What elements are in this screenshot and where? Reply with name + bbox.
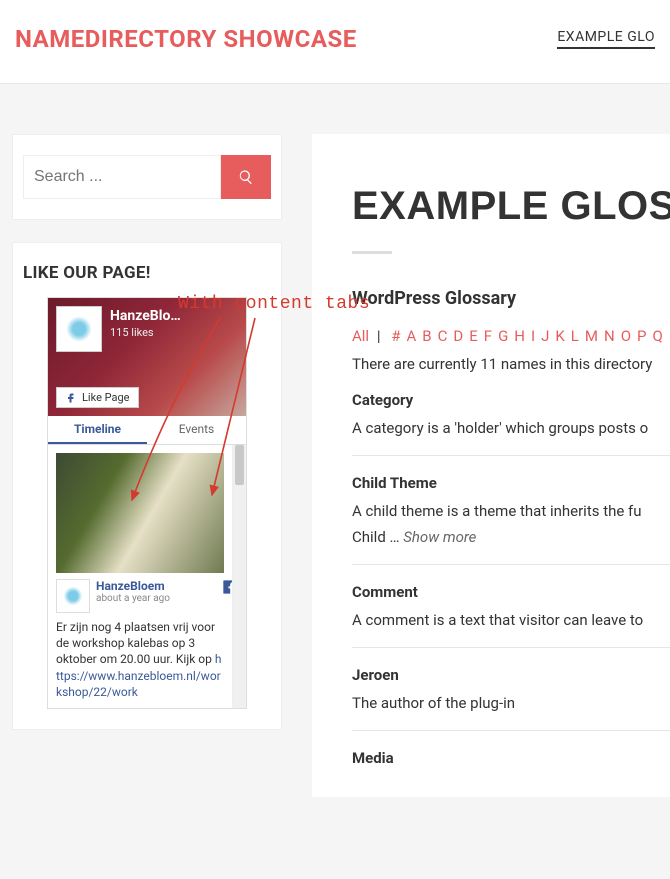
site-brand[interactable]: NAMEDIRECTORY SHOWCASE <box>15 25 357 53</box>
entry-description: A category is a 'holder' which groups po… <box>352 419 670 437</box>
annotation-label: With content tabs <box>178 294 370 314</box>
entries-list: Category A category is a 'holder' which g… <box>352 391 670 767</box>
filter-all[interactable]: All <box>352 327 369 345</box>
glossary-entry: Child Theme A child theme is a theme that… <box>352 474 670 565</box>
avatar-image <box>64 314 94 344</box>
glossary-entry: Comment A comment is a text that visitor … <box>352 583 670 648</box>
entry-extra: Child … Show more <box>352 528 670 546</box>
facebook-widget: HanzeBlo… 115 likes Like Page Timeline E… <box>47 297 247 709</box>
alpha-filter-row: All | #ABCDEFGHIJKLMNOPQRSTU <box>352 327 670 345</box>
filter-letter-a[interactable]: A <box>406 327 416 345</box>
fb-post-header: HanzeBloem about a year ago <box>56 579 238 613</box>
filter-letter-g[interactable]: G <box>498 327 508 345</box>
entry-term: Child Theme <box>352 474 670 492</box>
main-content: EXAMPLE GLOS WordPress Glossary All | # A… <box>312 134 670 797</box>
title-rule <box>352 251 392 254</box>
filter-letter-#[interactable]: # <box>391 327 400 345</box>
search-input[interactable] <box>23 155 221 199</box>
count-line: There are currently 11 names in this dir… <box>352 355 670 373</box>
entry-description: A comment is a text that visitor can lea… <box>352 611 670 629</box>
entry-term: Comment <box>352 583 670 601</box>
fb-cover: HanzeBlo… 115 likes Like Page <box>48 298 246 416</box>
like-page-title: LIKE OUR PAGE! <box>23 263 271 283</box>
fb-tab-events[interactable]: Events <box>147 416 246 444</box>
search-button[interactable] <box>221 155 271 199</box>
filter-letter-i[interactable]: I <box>531 327 535 345</box>
fb-post-image[interactable] <box>56 453 224 573</box>
fb-post-text: Er zijn nog 4 plaatsen vrij voor de work… <box>56 619 224 700</box>
filter-letter-j[interactable]: J <box>541 327 549 345</box>
filter-letter-k[interactable]: K <box>555 327 564 345</box>
entry-description: A child theme is a theme that inherits t… <box>352 502 670 520</box>
nav-example-glossary[interactable]: EXAMPLE GLO <box>557 29 655 49</box>
entry-term: Category <box>352 391 670 409</box>
filter-letter-h[interactable]: H <box>514 327 525 345</box>
page-title: EXAMPLE GLOS <box>352 184 670 229</box>
search-card <box>12 134 282 220</box>
filter-letter-q[interactable]: Q <box>653 327 663 345</box>
fb-like-label: Like Page <box>82 391 130 404</box>
fb-avatar[interactable] <box>56 306 102 352</box>
entry-term: Media <box>352 749 670 767</box>
filter-letter-d[interactable]: D <box>453 327 463 345</box>
avatar-image <box>62 585 84 607</box>
fb-post-body: Er zijn nog 4 plaatsen vrij voor de work… <box>56 620 215 666</box>
facebook-icon <box>65 392 77 404</box>
filter-letter-p[interactable]: P <box>637 327 646 345</box>
fb-page-name[interactable]: HanzeBlo… <box>110 308 181 324</box>
fb-post-avatar[interactable] <box>56 579 90 613</box>
fb-tabs: Timeline Events <box>48 416 246 445</box>
like-page-card: LIKE OUR PAGE! HanzeBlo… 115 likes Like … <box>12 242 282 730</box>
filter-letter-n[interactable]: N <box>604 327 615 345</box>
filter-separator: | <box>377 327 381 345</box>
filter-letter-b[interactable]: B <box>422 327 431 345</box>
site-header: NAMEDIRECTORY SHOWCASE EXAMPLE GLO <box>0 0 670 84</box>
fb-tab-timeline[interactable]: Timeline <box>48 416 147 444</box>
filter-letter-e[interactable]: E <box>469 327 478 345</box>
search-icon <box>238 169 254 185</box>
filter-letter-o[interactable]: O <box>621 327 631 345</box>
fb-feed: HanzeBloem about a year ago Er zijn nog … <box>48 445 246 708</box>
glossary-subtitle: WordPress Glossary <box>352 288 670 309</box>
filter-letter-f[interactable]: F <box>484 327 492 345</box>
fb-post-author[interactable]: HanzeBloem <box>96 579 170 593</box>
show-more-link[interactable]: Show more <box>403 528 476 546</box>
fb-scroll-thumb[interactable] <box>235 445 244 485</box>
fb-post-time: about a year ago <box>96 593 170 604</box>
glossary-entry: Category A category is a 'holder' which g… <box>352 391 670 456</box>
glossary-entry: Jeroen The author of the plug-in <box>352 666 670 731</box>
filter-letter-l[interactable]: L <box>571 327 579 345</box>
sidebar: LIKE OUR PAGE! HanzeBlo… 115 likes Like … <box>12 134 282 797</box>
entry-extra-text: Child … <box>352 528 403 546</box>
search-row <box>23 155 271 199</box>
entry-term: Jeroen <box>352 666 670 684</box>
fb-scrollbar[interactable] <box>232 445 246 708</box>
content-layout: LIKE OUR PAGE! HanzeBlo… 115 likes Like … <box>0 84 670 797</box>
fb-like-button[interactable]: Like Page <box>56 387 139 408</box>
fb-likes-count: 115 likes <box>110 326 154 339</box>
entry-description: The author of the plug-in <box>352 694 670 712</box>
filter-letter-m[interactable]: M <box>585 327 598 345</box>
filter-letter-c[interactable]: C <box>438 327 448 345</box>
glossary-entry: Media <box>352 749 670 767</box>
